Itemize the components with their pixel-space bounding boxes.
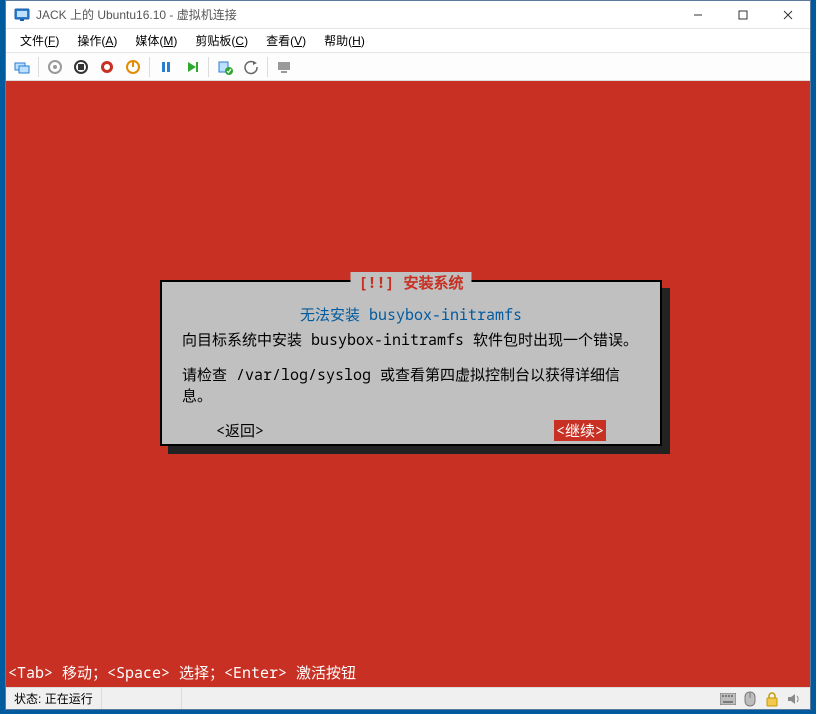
mouse-icon — [742, 691, 758, 707]
statusbar: 状态: 正在运行 — [6, 687, 810, 709]
dialog-frame: [!!] 安装系统 无法安装 busybox-initramfs 向目标系统中安… — [160, 280, 662, 446]
keyboard-hint: <Tab> 移动；<Space> 选择；<Enter> 激活按钮 — [6, 658, 358, 687]
menu-media[interactable]: 媒体(M) — [127, 30, 185, 51]
keyboard-icon — [720, 691, 736, 707]
app-icon — [12, 5, 32, 25]
shutdown-button[interactable] — [95, 55, 119, 79]
menu-help[interactable]: 帮助(H) — [316, 30, 373, 51]
vm-window: JACK 上的 Ubuntu16.10 - 虚拟机连接 文件(F) 操作(A) … — [5, 0, 811, 710]
start-button[interactable] — [43, 55, 67, 79]
checkpoint-button[interactable] — [213, 55, 237, 79]
status-label: 状态: — [14, 690, 41, 707]
dialog-body-line1: 向目标系统中安装 busybox-initramfs 软件包时出现一个错误。 — [176, 329, 646, 350]
reset-button[interactable] — [180, 55, 204, 79]
close-button[interactable] — [765, 1, 810, 29]
pause-button[interactable] — [154, 55, 178, 79]
continue-button[interactable]: <继续> — [554, 420, 606, 441]
window-title: JACK 上的 Ubuntu16.10 - 虚拟机连接 — [36, 6, 237, 23]
save-button[interactable] — [121, 55, 145, 79]
installer-dialog: [!!] 安装系统 无法安装 busybox-initramfs 向目标系统中安… — [160, 280, 662, 446]
enhanced-session-button[interactable] — [272, 55, 296, 79]
dialog-frame-title: [!!] 安装系统 — [350, 272, 471, 293]
menu-file[interactable]: 文件(F) — [12, 30, 67, 51]
ctrl-alt-del-button[interactable] — [10, 55, 34, 79]
status-value: 正在运行 — [45, 690, 93, 707]
titlebar: JACK 上的 Ubuntu16.10 - 虚拟机连接 — [6, 1, 810, 29]
back-button[interactable]: <返回> — [216, 420, 264, 441]
dialog-body-line2: 请检查 /var/log/syslog 或查看第四虚拟控制台以获得详细信息。 — [176, 364, 646, 406]
toolbar — [6, 53, 810, 81]
revert-button[interactable] — [239, 55, 263, 79]
speaker-icon — [786, 691, 802, 707]
status-cell: 状态: 正在运行 — [6, 688, 102, 709]
status-icons — [712, 691, 810, 707]
menu-view[interactable]: 查看(V) — [258, 30, 314, 51]
dialog-subtitle: 无法安装 busybox-initramfs — [176, 304, 646, 325]
vm-display[interactable]: [!!] 安装系统 无法安装 busybox-initramfs 向目标系统中安… — [6, 81, 810, 687]
lock-icon — [764, 691, 780, 707]
menubar: 文件(F) 操作(A) 媒体(M) 剪贴板(C) 查看(V) 帮助(H) — [6, 29, 810, 53]
minimize-button[interactable] — [675, 1, 720, 29]
dialog-button-row: <返回> <继续> — [176, 420, 646, 441]
menu-clip[interactable]: 剪贴板(C) — [187, 30, 256, 51]
maximize-button[interactable] — [720, 1, 765, 29]
status-cell-empty — [102, 688, 182, 709]
menu-action[interactable]: 操作(A) — [69, 30, 125, 51]
turn-off-button[interactable] — [69, 55, 93, 79]
